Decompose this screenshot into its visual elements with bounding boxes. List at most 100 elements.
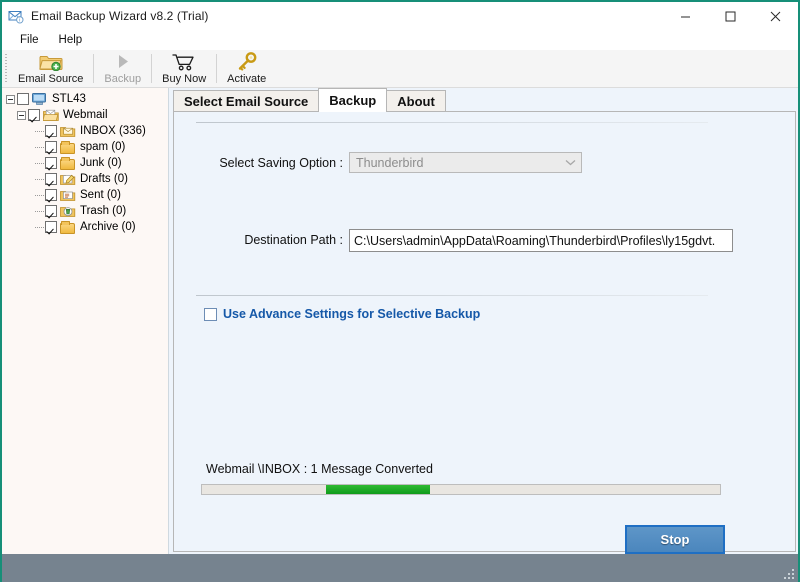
menu-item-help[interactable]: Help xyxy=(49,32,93,48)
tree-connector xyxy=(35,210,44,212)
stop-button[interactable]: Stop xyxy=(625,525,725,554)
maximize-icon[interactable] xyxy=(708,2,753,30)
progress-status-text: Webmail \INBOX : 1 Message Converted xyxy=(206,462,433,476)
menu-bar: File Help xyxy=(2,30,798,50)
toolbar-button-email-source[interactable]: Email Source xyxy=(10,50,91,87)
tree-node-folder[interactable]: Archive (0) xyxy=(35,219,168,235)
tab-label: Select Email Source xyxy=(184,94,309,109)
progress-bar xyxy=(201,484,721,495)
tree-label-folder: spam (0) xyxy=(80,141,126,153)
toolbar-label-buy-now: Buy Now xyxy=(162,73,207,85)
backup-tab-page: Select Saving Option : Thunderbird Desti… xyxy=(173,111,796,554)
tree-checkbox-folder[interactable] xyxy=(45,189,57,201)
tree-label-account: Webmail xyxy=(63,109,108,121)
tree-node-account[interactable]: Webmail xyxy=(17,107,168,123)
sent-folder-icon xyxy=(60,189,76,202)
progress-bar-chunk xyxy=(326,485,430,494)
tree-label-folder: INBOX (336) xyxy=(80,125,146,137)
tree-label-folder: Trash (0) xyxy=(80,205,127,217)
tree-connector xyxy=(35,162,44,164)
tab-select-email-source[interactable]: Select Email Source xyxy=(173,90,320,112)
title-bar: i Email Backup Wizard v8.2 (Trial) xyxy=(2,2,798,30)
destination-path-input[interactable]: C:\Users\admin\AppData\Roaming\Thunderbi… xyxy=(349,229,733,252)
tree-checkbox-folder[interactable] xyxy=(45,221,57,233)
tree-label-root: STL43 xyxy=(52,93,86,105)
drafts-folder-icon xyxy=(60,173,76,186)
toolbar-label-email-source: Email Source xyxy=(18,73,84,85)
toolbar-separator-2 xyxy=(151,54,153,83)
tree-checkbox-folder[interactable] xyxy=(45,125,57,137)
close-icon[interactable] xyxy=(753,2,798,30)
saving-option-select[interactable]: Thunderbird xyxy=(349,152,582,173)
toolbar-separator-3 xyxy=(216,54,218,83)
folder-icon xyxy=(60,156,76,170)
main-panel: Select Email Source Backup About Select … xyxy=(169,88,798,554)
toolbar-grip[interactable] xyxy=(2,50,10,87)
destination-path-value: C:\Users\admin\AppData\Roaming\Thunderbi… xyxy=(354,233,716,248)
tree-node-folder[interactable]: Drafts (0) xyxy=(35,171,168,187)
toolbar-separator-1 xyxy=(93,54,95,83)
divider-middle xyxy=(196,295,708,296)
advance-settings-label: Use Advance Settings for Selective Backu… xyxy=(223,307,481,321)
minimize-icon[interactable] xyxy=(663,2,708,30)
resize-grip-icon[interactable] xyxy=(782,567,794,579)
mail-folder-icon xyxy=(42,109,59,122)
expander-account-icon[interactable] xyxy=(17,110,26,120)
tree-checkbox-folder[interactable] xyxy=(45,173,57,185)
tree-node-folder[interactable]: Sent (0) xyxy=(35,187,168,203)
toolbar-button-activate[interactable]: Activate xyxy=(219,50,274,87)
menu-item-file[interactable]: File xyxy=(10,32,49,48)
tab-about[interactable]: About xyxy=(386,90,446,112)
application-window: i Email Backup Wizard v8.2 (Trial) File … xyxy=(0,0,800,582)
tab-backup[interactable]: Backup xyxy=(318,88,388,112)
tree-node-folder[interactable]: INBOX (336) xyxy=(35,123,168,139)
stop-button-label: Stop xyxy=(660,532,690,547)
toolbar-button-backup[interactable]: Backup xyxy=(96,50,149,87)
tree-node-root[interactable]: STL43 xyxy=(6,91,168,107)
tree-checkbox-folder[interactable] xyxy=(45,157,57,169)
tree-checkbox-account[interactable] xyxy=(28,109,40,121)
tree-connector xyxy=(35,178,44,180)
destination-path-label: Destination Path : xyxy=(244,233,343,247)
window-title: Email Backup Wizard v8.2 (Trial) xyxy=(31,9,209,23)
tree-checkbox-root[interactable] xyxy=(17,93,29,105)
status-bar xyxy=(2,554,798,582)
tab-label: Backup xyxy=(329,93,377,108)
shopping-cart-icon xyxy=(172,52,196,71)
tree-connector xyxy=(35,130,44,132)
tree-node-folder[interactable]: Trash (0) xyxy=(35,203,168,219)
content-area: STL43 Webmail INBOX (336) spam (0) Junk … xyxy=(2,88,798,554)
toolbar-label-activate: Activate xyxy=(227,73,267,85)
tree-label-folder: Sent (0) xyxy=(80,189,121,201)
folder-tree-sidebar[interactable]: STL43 Webmail INBOX (336) spam (0) Junk … xyxy=(2,88,169,554)
toolbar-label-backup: Backup xyxy=(104,73,142,85)
folder-icon xyxy=(60,220,76,234)
tree-label-folder: Junk (0) xyxy=(80,157,122,169)
tab-bar: Select Email Source Backup About xyxy=(173,88,798,112)
tab-label: About xyxy=(397,94,435,109)
folder-icon xyxy=(60,140,76,154)
divider-top xyxy=(196,122,708,123)
tree-label-folder: Archive (0) xyxy=(80,221,136,233)
computer-icon xyxy=(32,92,48,106)
window-controls xyxy=(663,2,798,30)
tree-connector xyxy=(35,226,44,228)
advance-settings-row[interactable]: Use Advance Settings for Selective Backu… xyxy=(204,307,480,321)
tree-node-folder[interactable]: spam (0) xyxy=(35,139,168,155)
advance-settings-checkbox[interactable] xyxy=(204,307,217,321)
toolbar-button-buy-now[interactable]: Buy Now xyxy=(154,50,214,87)
tree-connector xyxy=(35,194,44,196)
svg-text:i: i xyxy=(19,18,20,24)
tree-connector xyxy=(35,146,44,148)
expander-root-icon[interactable] xyxy=(6,94,15,104)
trash-folder-icon xyxy=(60,205,76,218)
toolbar: Email Source Backup Buy Now Activate xyxy=(2,50,798,88)
tree-label-folder: Drafts (0) xyxy=(80,173,128,185)
tree-node-folder[interactable]: Junk (0) xyxy=(35,155,168,171)
chevron-down-icon[interactable] xyxy=(560,153,581,172)
mail-envelope-icon: i xyxy=(8,8,24,24)
tree-checkbox-folder[interactable] xyxy=(45,141,57,153)
saving-option-value: Thunderbird xyxy=(356,155,424,170)
tree-checkbox-folder[interactable] xyxy=(45,205,57,217)
key-icon xyxy=(236,52,258,71)
